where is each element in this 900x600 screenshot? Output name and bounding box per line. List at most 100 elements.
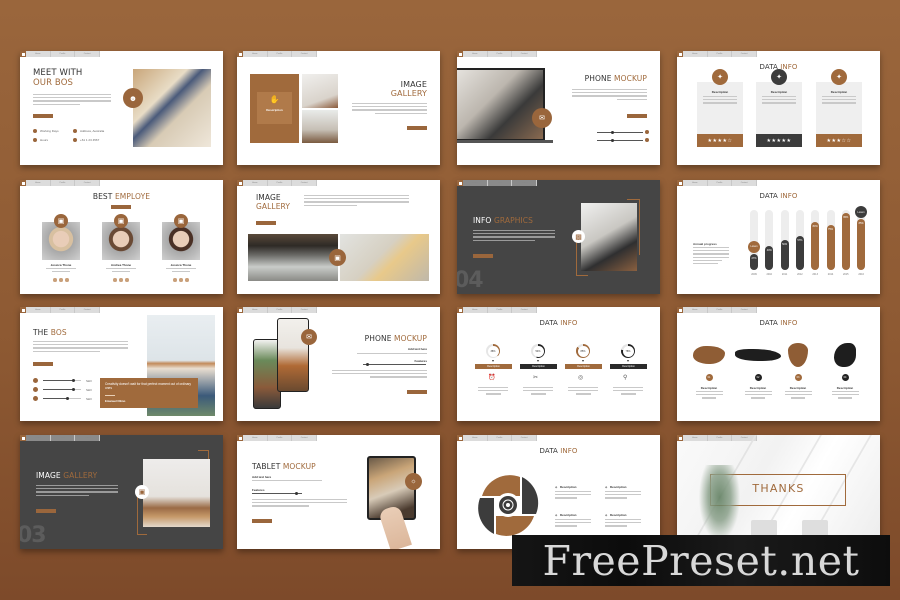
learn-more-button[interactable] xyxy=(627,114,647,118)
nav-tab: Profile xyxy=(708,307,733,313)
ring-text xyxy=(478,387,508,397)
nav-tab: Home xyxy=(243,307,268,313)
badge-icon: ◎ xyxy=(578,375,584,381)
contact-item: Hours xyxy=(40,138,49,142)
progress-slider[interactable] xyxy=(597,139,643,142)
body-text xyxy=(473,230,555,243)
slide-data-info-rings[interactable]: Home Profile Contact DATA INFO 38% Descript… xyxy=(457,307,660,421)
rating-stars: ★★★★★ xyxy=(756,134,802,147)
slide-image-gallery-3[interactable]: Home Profile Contact IMAGE GALLERY 03 ▣ xyxy=(20,435,223,549)
slide-image-gallery-2[interactable]: Home Profile Contact IMAGE GALLERY ▣ xyxy=(237,180,440,294)
learn-more-button[interactable] xyxy=(33,114,53,118)
skill-icon xyxy=(33,378,38,383)
bar-value-label: 75% xyxy=(827,228,833,231)
social-icon[interactable] xyxy=(53,278,57,282)
ring-percent: 78% xyxy=(622,345,634,357)
employee-text xyxy=(106,268,136,274)
social-icon[interactable] xyxy=(173,278,177,282)
slide-title: THE BOS xyxy=(33,328,67,337)
nav-tab: Profile xyxy=(268,435,293,441)
description-bar: Description xyxy=(565,364,602,369)
slide-title: MEET WITH OUR BOS xyxy=(33,68,83,88)
slide-best-employe[interactable]: Home Profile Contact BEST EMPLOYE ▣ Jessica… xyxy=(20,180,223,294)
map-indonesia xyxy=(735,349,781,361)
nav-tab: Contact xyxy=(732,180,758,186)
slide-meet-with-our-bos[interactable]: Home Profile Contact MEET WITH OUR BOS Work… xyxy=(20,51,223,165)
gallery-photo xyxy=(302,74,338,108)
feature-label: Features xyxy=(414,359,427,363)
slide-nav: Home Profile Contact xyxy=(677,51,758,57)
nav-tab: Profile xyxy=(488,180,513,186)
bar xyxy=(841,213,850,270)
calendar-icon xyxy=(33,129,37,133)
x-tick-label: 2011 xyxy=(781,273,788,276)
social-icon[interactable] xyxy=(179,278,183,282)
slide-thanks[interactable]: Home Profile Contact THANKS xyxy=(677,435,880,549)
slide-phone-mockup-2[interactable]: Home Profile Contact ✉ PHONE MOCKUP Add te… xyxy=(237,307,440,421)
map-india xyxy=(788,343,808,367)
nav-tab: Contact xyxy=(512,180,538,186)
learn-more-button[interactable] xyxy=(252,519,272,523)
slide-the-bos[interactable]: Home Profile Contact THE BOS Skill Skill Ski… xyxy=(20,307,223,421)
logo-icon xyxy=(237,180,243,186)
nav-tab: Profile xyxy=(268,180,293,186)
card-icon: ✦ xyxy=(771,69,787,85)
nav-tab: Home xyxy=(26,435,51,441)
map-label: Description xyxy=(836,386,854,390)
chat-icon: ✉ xyxy=(301,329,317,345)
social-icon[interactable] xyxy=(125,278,129,282)
image-icon: ▣ xyxy=(135,485,149,499)
social-icon[interactable] xyxy=(113,278,117,282)
nav-tab: Home xyxy=(463,307,488,313)
slide-title: DATA INFO xyxy=(759,319,798,327)
social-icon[interactable] xyxy=(65,278,69,282)
learn-more-button[interactable] xyxy=(36,509,56,513)
slide-data-info-bars[interactable]: Home Profile Contact DATA INFO Annual prog… xyxy=(677,180,880,294)
learn-more-button[interactable] xyxy=(473,254,493,258)
learn-more-button[interactable] xyxy=(407,126,427,130)
logo-icon xyxy=(237,435,243,441)
skill-icon xyxy=(33,396,38,401)
slide-nav: Home Profile Contact xyxy=(237,180,318,186)
slide-phone-mockup[interactable]: Home Profile Contact ✉ PHONE MOCKUP xyxy=(457,51,660,165)
nav-tab: Profile xyxy=(708,180,733,186)
nav-tab: Contact xyxy=(512,307,538,313)
nav-tab: Contact xyxy=(292,435,318,441)
watermark-text: FreePreset.net xyxy=(542,536,860,585)
nav-tab: Home xyxy=(683,435,708,441)
learn-more-button[interactable] xyxy=(33,362,53,366)
slide-tablet-mockup[interactable]: Home Profile Contact TABLET MOCKUP Add tex… xyxy=(237,435,440,549)
map-japan xyxy=(834,343,856,367)
social-icon[interactable] xyxy=(185,278,189,282)
x-tick-label: 2013 xyxy=(812,273,818,276)
logo-icon xyxy=(677,435,683,441)
social-icon[interactable] xyxy=(59,278,63,282)
clock-icon xyxy=(33,138,37,142)
learn-more-button[interactable] xyxy=(111,205,131,209)
learn-more-button[interactable] xyxy=(256,221,276,225)
map-china xyxy=(693,346,725,364)
x-tick-label: 2014 xyxy=(827,273,834,276)
slide-nav: Home Profile Contact xyxy=(457,435,538,441)
map-label: Description xyxy=(789,386,807,390)
x-tick-label: 2016 xyxy=(858,273,864,276)
chart-side-heading: Annual progress xyxy=(693,242,717,246)
slide-data-info-ratings[interactable]: Home Profile Contact DATA INFO ✦ Descriptio… xyxy=(677,51,880,165)
slide-data-info-cycle[interactable]: Home Profile Contact DATA INFO ◈ Descriptio… xyxy=(457,435,660,549)
slide-info-graphics[interactable]: Home Profile Contact INFO GRAPHICS 04 ▩ xyxy=(457,180,660,294)
employee-text xyxy=(46,268,76,274)
progress-slider[interactable] xyxy=(597,131,643,134)
slide-nav: Home Profile Contact xyxy=(677,435,758,441)
social-icon[interactable] xyxy=(119,278,123,282)
feature-slider[interactable] xyxy=(363,363,426,366)
alarm-icon: ⏰ xyxy=(488,375,496,381)
skill-icon xyxy=(33,387,38,392)
map-number: 03 xyxy=(794,374,802,381)
feature-label: Features xyxy=(252,488,265,492)
slide-image-gallery[interactable]: Home Profile Contact ✋ Description IMAGE GA… xyxy=(237,51,440,165)
skill-label: Skill xyxy=(86,378,92,383)
slide-data-info-maps[interactable]: Home Profile Contact DATA INFO 01 Descripti… xyxy=(677,307,880,421)
feature-slider[interactable] xyxy=(252,492,302,495)
map-text xyxy=(784,391,812,401)
learn-more-button[interactable] xyxy=(407,390,427,394)
